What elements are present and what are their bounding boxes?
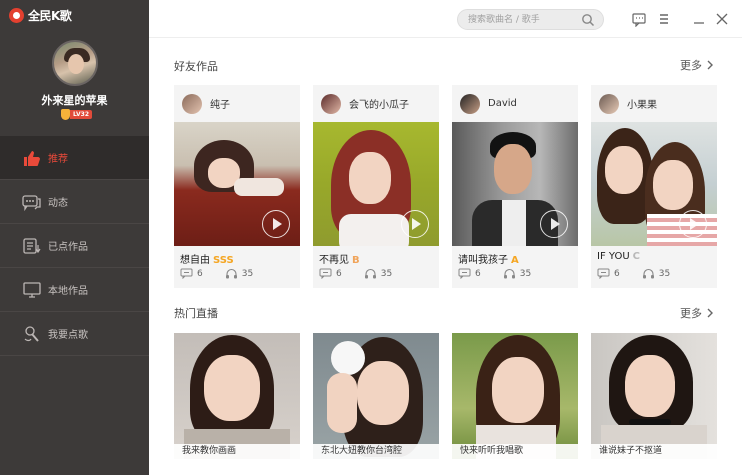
headphones-icon [503, 268, 515, 279]
comment-count: 6 [614, 268, 620, 279]
friend-work-card[interactable]: 小果果 IF YOU C 6 35 [591, 85, 717, 288]
chevron-right-icon [707, 308, 713, 318]
live-section-title: 热门直播 [174, 307, 218, 320]
live-room-card[interactable]: 快来听听我唱歌 [452, 333, 578, 459]
headphones-icon [225, 268, 237, 279]
main-content: 好友作品 更多 纯子 想自由 SSS 6 35 会飞的小瓜子 不再见 B 6 3… [149, 39, 742, 475]
song-title[interactable]: IF YOU [597, 251, 630, 262]
sidebar: 全民K歌 外来星的苹果 LV32 推荐 动态 已点作品 本地作品 我要点歌 [0, 0, 149, 475]
search-box [457, 9, 604, 30]
sidebar-item-ordered[interactable]: 已点作品 [0, 224, 149, 268]
live-room-card[interactable]: 我来教你画画 [174, 333, 300, 459]
live-room-title: 快来听听我唱歌 [452, 444, 578, 459]
search-input[interactable] [468, 12, 578, 27]
comment-count: 6 [475, 268, 481, 279]
headphones-icon [642, 268, 654, 279]
score-grade: C [632, 251, 640, 262]
play-icon[interactable] [401, 210, 429, 238]
live-room-title: 东北大妞教你台湾腔 [313, 444, 439, 459]
work-thumbnail[interactable] [313, 122, 439, 246]
sidebar-item-request-song[interactable]: 我要点歌 [0, 312, 149, 356]
friend-name[interactable]: 会飞的小瓜子 [349, 96, 409, 111]
logo-icon [9, 8, 24, 23]
monitor-icon [22, 281, 42, 299]
song-list-icon [22, 237, 42, 255]
friends-more-link[interactable]: 更多 [680, 57, 714, 73]
friend-avatar[interactable] [599, 93, 619, 114]
comment-count: 6 [197, 268, 203, 279]
score-grade: A [511, 255, 519, 266]
listen-count: 35 [519, 268, 532, 279]
work-thumbnail[interactable] [452, 122, 578, 246]
play-icon[interactable] [540, 210, 568, 238]
comment-icon [180, 268, 193, 279]
crown-icon [61, 109, 70, 120]
thumbs-up-icon [22, 149, 42, 167]
search-icon[interactable] [581, 13, 595, 27]
friend-work-card[interactable]: 纯子 想自由 SSS 6 35 [174, 85, 300, 288]
song-title[interactable]: 不再见 [319, 255, 349, 266]
live-room-title: 我来教你画画 [174, 444, 300, 459]
work-thumbnail[interactable] [174, 122, 300, 246]
live-more-link[interactable]: 更多 [680, 305, 714, 321]
friends-section-title: 好友作品 [174, 60, 218, 73]
score-grade: B [352, 255, 360, 266]
sidebar-item-local[interactable]: 本地作品 [0, 268, 149, 312]
top-bar [149, 0, 742, 38]
level-badge: LV32 [61, 109, 92, 120]
comment-count: 6 [336, 268, 342, 279]
menu-icon[interactable] [656, 11, 672, 27]
listen-count: 35 [380, 268, 393, 279]
friend-work-card[interactable]: 会飞的小瓜子 不再见 B 6 35 [313, 85, 439, 288]
comment-icon [458, 268, 471, 279]
friend-work-card[interactable]: David 请叫我孩子 A 6 35 [452, 85, 578, 288]
message-icon[interactable] [631, 11, 647, 27]
headphones-icon [364, 268, 376, 279]
friend-name[interactable]: 小果果 [627, 96, 657, 111]
chat-bubbles-icon [22, 193, 42, 211]
friend-avatar[interactable] [182, 93, 202, 114]
listen-count: 35 [241, 268, 254, 279]
work-thumbnail[interactable] [591, 122, 717, 246]
live-room-title: 谁说妹子不抠道 [591, 444, 717, 459]
minimize-icon[interactable] [691, 11, 707, 27]
microphone-icon [22, 325, 42, 343]
sidebar-nav: 推荐 动态 已点作品 本地作品 我要点歌 [0, 136, 149, 356]
comment-icon [597, 268, 610, 279]
live-room-card[interactable]: 东北大妞教你台湾腔 [313, 333, 439, 459]
comment-icon [319, 268, 332, 279]
listen-count: 35 [658, 268, 671, 279]
score-grade: SSS [213, 255, 234, 266]
live-room-card[interactable]: 谁说妹子不抠道 [591, 333, 717, 459]
play-icon[interactable] [262, 210, 290, 238]
close-icon[interactable] [714, 11, 730, 27]
app-logo[interactable]: 全民K歌 [9, 7, 72, 24]
chevron-right-icon [707, 60, 713, 70]
app-name: 全民K歌 [28, 9, 72, 23]
sidebar-item-feed[interactable]: 动态 [0, 180, 149, 224]
friend-avatar[interactable] [460, 93, 480, 114]
song-title[interactable]: 请叫我孩子 [458, 255, 508, 266]
song-title[interactable]: 想自由 [180, 255, 210, 266]
friend-name[interactable]: 纯子 [210, 96, 230, 111]
play-icon[interactable] [679, 210, 707, 238]
friend-avatar[interactable] [321, 93, 341, 114]
user-avatar[interactable] [52, 40, 98, 86]
username[interactable]: 外来星的苹果 [0, 92, 149, 108]
sidebar-item-recommend[interactable]: 推荐 [0, 136, 149, 180]
friend-name[interactable]: David [488, 98, 517, 109]
